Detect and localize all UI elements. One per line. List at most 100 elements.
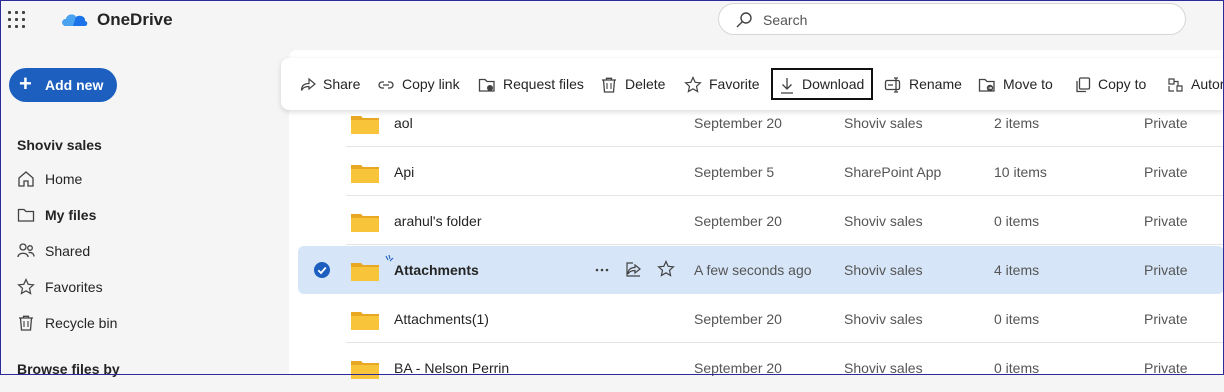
modified-cell: September 20: [694, 213, 782, 229]
size-cell: 10 items: [994, 164, 1047, 180]
share-icon[interactable]: [625, 259, 643, 279]
size-cell: 0 items: [994, 311, 1040, 327]
folder-icon: [17, 208, 35, 222]
file-name[interactable]: aol: [394, 115, 413, 131]
request-files-button[interactable]: Request files: [478, 58, 584, 110]
row-divider: [346, 342, 1224, 343]
star-icon: [17, 278, 35, 295]
sidebar-item-shared[interactable]: Shared: [17, 239, 267, 263]
move-to-label: Move to: [1003, 76, 1053, 92]
sidebar-item-label: Favorites: [45, 279, 103, 295]
modified-by-cell: Shoviv sales: [844, 262, 923, 278]
favorite-label: Favorite: [709, 76, 760, 92]
sidebar-item-label: Shared: [45, 243, 91, 259]
automate-icon: [1168, 78, 1183, 92]
share-button[interactable]: Share: [299, 58, 361, 110]
modified-cell: September 20: [694, 311, 782, 327]
request-files-label: Request files: [503, 76, 584, 92]
table-row-selected[interactable]: Attachments A few seconds ago Shoviv sal…: [298, 246, 1224, 294]
file-name[interactable]: BA - Nelson Perrin: [394, 360, 509, 376]
file-name[interactable]: Attachments(1): [394, 311, 489, 327]
sharing-cell: Private: [1144, 360, 1188, 376]
app-title[interactable]: OneDrive: [97, 10, 173, 30]
size-cell: 0 items: [994, 213, 1040, 229]
rename-button[interactable]: Rename: [884, 58, 962, 110]
sidebar-item-favorites[interactable]: Favorites: [17, 275, 267, 299]
download-icon: [781, 78, 793, 94]
row-divider: [346, 195, 1224, 196]
rename-icon: [884, 77, 901, 93]
favorite-star-icon[interactable]: [657, 259, 675, 279]
more-options-icon[interactable]: [594, 259, 610, 279]
folder-icon: [351, 214, 379, 232]
sharing-cell: Private: [1144, 262, 1188, 278]
new-item-sparkle-icon: [385, 255, 394, 262]
delete-label: Delete: [625, 76, 666, 92]
file-name[interactable]: Api: [394, 164, 414, 180]
app-launcher-icon[interactable]: [8, 11, 26, 29]
modified-by-cell: Shoviv sales: [844, 311, 923, 327]
home-icon: [18, 171, 34, 187]
file-name[interactable]: Attachments: [394, 262, 479, 278]
table-row[interactable]: Api September 5 SharePoint App 10 items …: [298, 148, 1224, 196]
file-name[interactable]: arahul's folder: [394, 213, 482, 229]
command-bar: Share Copy link Request files Delete Fav…: [281, 58, 1224, 110]
star-icon: [684, 76, 702, 93]
folder-icon: [351, 263, 379, 281]
move-to-button[interactable]: Move to: [978, 58, 1058, 110]
folder-icon: [351, 361, 379, 379]
delete-button[interactable]: Delete: [600, 58, 666, 110]
trash-icon: [602, 77, 616, 93]
row-checkbox-checked[interactable]: [314, 262, 330, 278]
modified-by-cell: SharePoint App: [844, 164, 942, 180]
table-row[interactable]: BA - Nelson Perrin September 20 Shoviv s…: [298, 344, 1224, 392]
copy-icon: [1076, 77, 1091, 93]
modified-cell: September 5: [694, 164, 775, 180]
modified-cell: September 20: [694, 115, 782, 131]
share-label: Share: [323, 76, 361, 92]
sidebar-item-my-files[interactable]: My files: [17, 203, 267, 227]
size-cell: 0 items: [994, 360, 1040, 376]
folder-icon: [351, 165, 379, 183]
table-row[interactable]: arahul's folder September 20 Shoviv sale…: [298, 197, 1224, 245]
table-row[interactable]: Attachments(1) September 20 Shoviv sales…: [298, 295, 1224, 343]
download-button[interactable]: Download: [771, 68, 873, 100]
add-new-label: Add new: [45, 77, 104, 93]
folder-icon: [351, 116, 379, 134]
modified-cell: A few seconds ago: [694, 262, 812, 278]
size-cell: 2 items: [994, 115, 1040, 131]
copy-to-label: Copy to: [1098, 76, 1147, 92]
sidebar-item-label: Recycle bin: [45, 315, 118, 331]
modified-cell: September 20: [694, 360, 782, 376]
share-icon: [300, 77, 316, 91]
copy-link-button[interactable]: Copy link: [377, 58, 461, 110]
request-files-icon: [478, 78, 495, 92]
modified-by-cell: Shoviv sales: [844, 213, 923, 229]
row-divider: [346, 146, 1224, 147]
automate-label: Autor: [1191, 76, 1224, 92]
favorite-button[interactable]: Favorite: [684, 58, 760, 110]
modified-by-cell: Shoviv sales: [844, 360, 923, 376]
sharing-cell: Private: [1144, 164, 1188, 180]
rename-label: Rename: [909, 76, 962, 92]
onedrive-cloud-icon: [62, 14, 88, 26]
add-new-button[interactable]: + Add new: [9, 68, 117, 102]
plus-icon: +: [19, 71, 32, 96]
modified-by-cell: Shoviv sales: [844, 115, 923, 131]
people-icon: [17, 243, 35, 258]
sharing-cell: Private: [1144, 311, 1188, 327]
row-divider: [346, 244, 1224, 245]
copy-link-label: Copy link: [402, 76, 460, 92]
download-label: Download: [802, 76, 865, 92]
search-placeholder: Search: [763, 12, 808, 28]
automate-button[interactable]: Autor: [1166, 58, 1224, 110]
copy-to-button[interactable]: Copy to: [1074, 58, 1150, 110]
sidebar-item-recycle-bin[interactable]: Recycle bin: [17, 311, 267, 335]
search-box[interactable]: Search: [718, 3, 1186, 35]
sidebar-item-home[interactable]: Home: [17, 167, 267, 191]
sharing-cell: Private: [1144, 213, 1188, 229]
trash-icon: [19, 315, 33, 331]
link-icon: [378, 81, 394, 89]
checkmark-icon: [317, 266, 327, 275]
sidebar-item-label: Home: [45, 171, 83, 187]
